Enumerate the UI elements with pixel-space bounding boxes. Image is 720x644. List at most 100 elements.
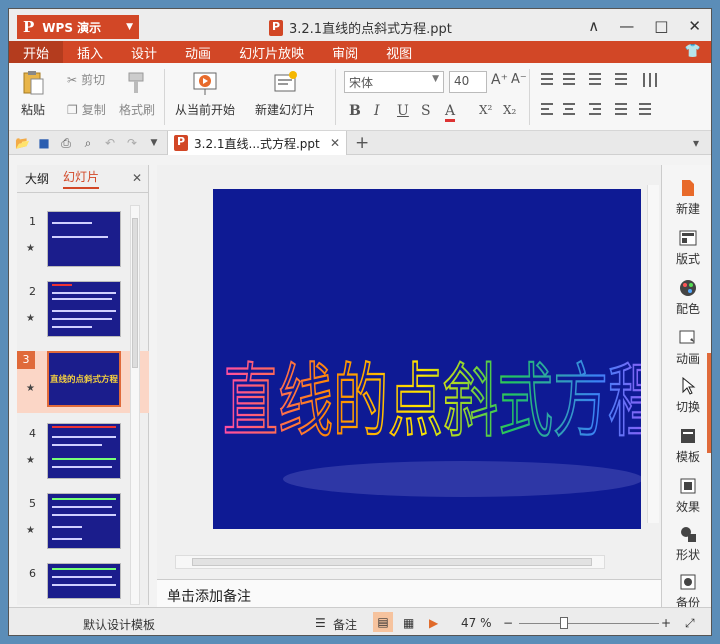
folder-open-icon[interactable]: 📂	[15, 136, 30, 150]
animation-button[interactable]: 动画	[662, 329, 711, 367]
format-painter-button[interactable]: 格式刷	[119, 69, 155, 118]
new-slide-icon	[274, 71, 297, 92]
shirt-skin-icon[interactable]: 👕	[685, 44, 701, 59]
shadow-text-button[interactable]: S	[421, 103, 431, 119]
undo-icon[interactable]: ↶	[103, 136, 117, 150]
ppt-file-icon	[269, 19, 283, 36]
animation-star-icon: ★	[26, 455, 35, 466]
tab-outline[interactable]: 大纲	[25, 170, 49, 187]
close-button[interactable]: ✕	[688, 17, 701, 35]
slide-sorter-icon[interactable]: ▦	[403, 616, 414, 630]
slide-canvas[interactable]: 直线的点斜式方程	[213, 189, 641, 529]
collapse-ribbon-button[interactable]: ∧	[588, 17, 599, 35]
thumbnail-image	[47, 211, 121, 267]
bold-button[interactable]: B	[349, 103, 361, 119]
tab-view[interactable]: 视图	[372, 41, 426, 63]
template-icon	[681, 429, 695, 443]
chevron-down-icon: ▼	[432, 74, 439, 84]
print-icon[interactable]: ⎙	[59, 136, 73, 150]
tab-slideshow[interactable]: 幻灯片放映	[225, 41, 318, 63]
slide-title-wordart[interactable]: 直线的点斜式方程	[213, 189, 641, 529]
new-file-icon	[682, 180, 694, 196]
play-from-current-button[interactable]: 从当前开始	[175, 69, 235, 118]
tab-menu-icon[interactable]: ▾	[689, 136, 703, 150]
paragraph-align-icons[interactable]	[539, 71, 669, 127]
design-template-label[interactable]: 默认设计模板	[83, 616, 155, 633]
transition-button[interactable]: 切换	[662, 377, 711, 415]
zoom-out-icon[interactable]: −	[503, 616, 513, 630]
grow-font-icon[interactable]: A⁺	[491, 72, 508, 88]
zoom-in-icon[interactable]: +	[661, 616, 671, 630]
tab-animation[interactable]: 动画	[171, 41, 225, 63]
shapes-icon	[681, 527, 696, 542]
color-scheme-button[interactable]: 配色	[662, 279, 711, 317]
panel-toggle-handle[interactable]	[707, 353, 711, 453]
normal-view-icon[interactable]: ▤	[373, 612, 393, 632]
cut-button[interactable]: ✂ 剪切	[67, 71, 105, 88]
font-name-select[interactable]: 宋体 ▼	[344, 71, 444, 93]
app-name: WPS 演示	[42, 20, 102, 35]
palette-icon	[680, 280, 696, 296]
maximize-button[interactable]: □	[654, 17, 668, 35]
window-title-text: 3.2.1直线的点斜式方程.ppt	[289, 22, 452, 37]
save-icon[interactable]: ■	[37, 136, 51, 150]
thumbnail-image	[47, 563, 121, 599]
thumbnails-scrollbar[interactable]	[130, 205, 140, 605]
cursor-icon	[682, 377, 696, 395]
tab-slides[interactable]: 幻灯片	[63, 168, 100, 189]
new-tab-plus-icon[interactable]: +	[355, 133, 369, 153]
zoom-percent[interactable]: 47 %	[461, 616, 492, 630]
animation-star-icon: ★	[26, 243, 35, 254]
divider	[335, 69, 336, 125]
font-color-button[interactable]: A	[445, 103, 456, 122]
reading-view-icon[interactable]: ▶	[429, 616, 438, 630]
animation-star-icon: ★	[26, 313, 35, 324]
tab-insert[interactable]: 插入	[63, 41, 117, 63]
redo-icon[interactable]: ↷	[125, 136, 139, 150]
thumbnail-image	[47, 423, 121, 479]
paste-button[interactable]: 粘贴	[19, 69, 47, 118]
notes-toggle[interactable]: 备注	[333, 616, 357, 633]
shapes-button[interactable]: 形状	[662, 525, 711, 563]
new-slide-button[interactable]: 新建幻灯片	[255, 69, 315, 118]
chevron-down-icon[interactable]: ▼	[147, 136, 161, 150]
new-button[interactable]: 新建	[662, 179, 711, 217]
backup-button[interactable]: 备份	[662, 573, 711, 611]
document-tab[interactable]: 3.2.1直线...式方程.ppt ✕	[167, 131, 347, 155]
print-preview-icon[interactable]: ⌕	[81, 136, 95, 150]
divider	[164, 69, 165, 125]
italic-button[interactable]: I	[374, 103, 380, 119]
ribbon-tabs: 开始 插入 设计 动画 幻灯片放映 审阅 视图 👕	[9, 41, 711, 63]
tab-review[interactable]: 审阅	[318, 41, 372, 63]
subscript-button[interactable]: X₂	[503, 103, 516, 117]
close-tab-icon[interactable]: ✕	[330, 136, 340, 150]
minimize-button[interactable]: —	[619, 17, 634, 35]
superscript-button[interactable]: X²	[479, 103, 492, 117]
shrink-font-icon[interactable]: A⁻	[511, 72, 527, 87]
slides-panel: 大纲 幻灯片 ✕ 1 ★ 2 ★ 3 ★ 直线的点斜式方程 4 ★ 5 ★ 6	[17, 165, 149, 605]
app-menu-button[interactable]: P WPS 演示 ▼	[17, 15, 139, 39]
close-panel-icon[interactable]: ✕	[132, 171, 142, 185]
effects-icon	[680, 478, 696, 494]
quick-access-bar: 📂 ■ ⎙ ⌕ ↶ ↷ ▼ 3.2.1直线...式方程.ppt ✕ + ▾	[9, 131, 711, 155]
thumbnail-image	[47, 281, 121, 337]
title-bar: P WPS 演示 ▼ 3.2.1直线的点斜式方程.ppt ∧ — □ ✕	[9, 9, 711, 41]
slide-horizontal-scrollbar[interactable]	[175, 555, 605, 569]
effects-button[interactable]: 效果	[662, 477, 711, 515]
thumbnail-image	[47, 493, 121, 549]
zoom-slider-thumb[interactable]	[560, 617, 568, 629]
font-size-select[interactable]: 40	[449, 71, 487, 93]
notes-toggle-icon[interactable]: ☰	[315, 616, 326, 630]
layout-button[interactable]: 版式	[662, 229, 711, 267]
tab-home[interactable]: 开始	[9, 41, 64, 63]
notes-area[interactable]: 单击添加备注	[157, 579, 661, 607]
wps-logo-icon: P	[23, 18, 35, 36]
zoom-slider[interactable]	[519, 617, 659, 629]
copy-button[interactable]: ❐ 复制	[67, 101, 106, 118]
template-button[interactable]: 模板	[662, 427, 711, 465]
slide-vertical-scrollbar[interactable]	[647, 185, 659, 523]
underline-button[interactable]: U	[397, 103, 409, 119]
tab-design[interactable]: 设计	[117, 41, 171, 63]
animation-star-icon: ★	[26, 383, 35, 394]
fit-window-icon[interactable]: ⤢	[685, 616, 695, 631]
